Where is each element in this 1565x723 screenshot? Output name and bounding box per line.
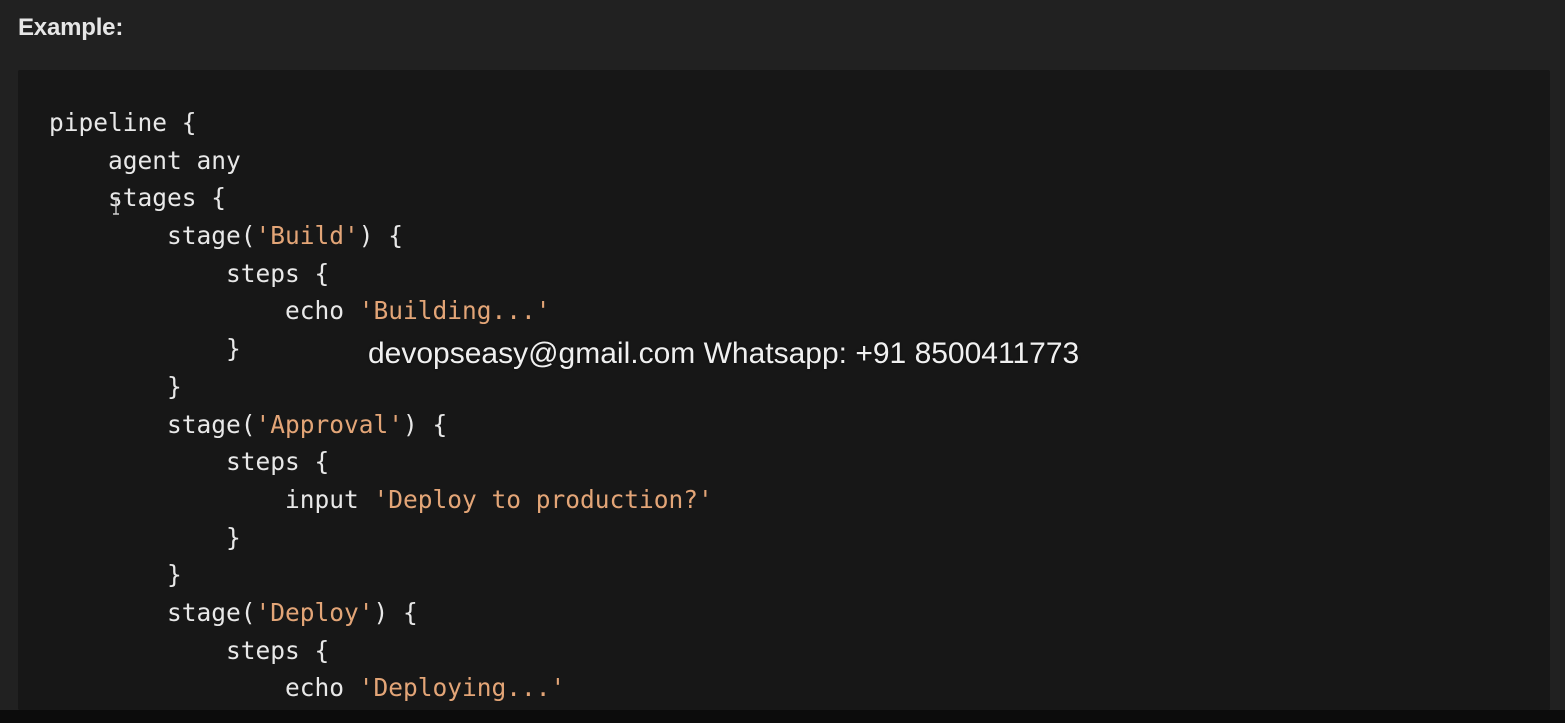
code-token: pipeline {: [49, 108, 197, 137]
string-literal: 'Deploy to production?': [373, 484, 713, 514]
code-line: }: [49, 368, 713, 406]
code-token: }: [49, 560, 182, 590]
code-line: stage('Approval') {: [49, 406, 713, 444]
code-token: stage(: [49, 221, 256, 251]
string-literal: 'Deploy': [255, 597, 374, 627]
code-line: agent any: [49, 142, 713, 180]
code-token: echo: [49, 296, 359, 326]
code-line: stage('Deploy') {: [49, 594, 713, 632]
string-literal: 'Build': [255, 221, 359, 251]
code-token: input: [49, 484, 374, 514]
code-line: input 'Deploy to production?': [49, 481, 713, 519]
code-line: }: [49, 519, 713, 557]
code-line: echo 'Building...': [49, 292, 713, 330]
code-line: echo 'Deploying...': [49, 669, 713, 707]
code-block[interactable]: pipeline { agent any stages { stage('Bui…: [18, 70, 1550, 710]
code-token: }: [49, 371, 182, 401]
code-line: pipeline {: [49, 104, 713, 142]
code-token: stage(: [49, 597, 256, 627]
code-line: stages {: [49, 179, 713, 217]
code-token: steps {: [49, 447, 330, 477]
page: Example: pipeline { agent any stages { s…: [0, 0, 1565, 723]
code-token: ) {: [403, 409, 448, 439]
code-line: steps {: [49, 255, 713, 293]
code-line: }: [49, 556, 713, 594]
code-token: agent any: [49, 145, 241, 175]
code-token: stages {: [49, 183, 227, 213]
code-token: stage(: [49, 409, 256, 439]
contact-watermark: devopseasy@gmail.com Whatsapp: +91 85004…: [368, 337, 1080, 370]
code-line: steps {: [49, 632, 713, 670]
code-token: ) {: [373, 597, 418, 627]
code-token: ) {: [358, 221, 404, 251]
string-literal: 'Building...': [358, 296, 551, 326]
code-token: echo: [49, 673, 359, 703]
bottom-bar: [0, 710, 1565, 723]
code-line: stage('Build') {: [49, 217, 713, 255]
string-literal: 'Approval': [255, 409, 404, 439]
code-content[interactable]: pipeline { agent any stages { stage('Bui…: [49, 104, 713, 707]
code-token: steps {: [49, 258, 330, 288]
code-token: steps {: [49, 635, 330, 665]
string-literal: 'Deploying...': [358, 673, 566, 703]
code-token: }: [49, 522, 241, 552]
code-token: }: [49, 334, 241, 364]
text-cursor-icon: [111, 197, 121, 215]
section-heading: Example:: [18, 14, 124, 41]
code-line: steps {: [49, 443, 713, 481]
